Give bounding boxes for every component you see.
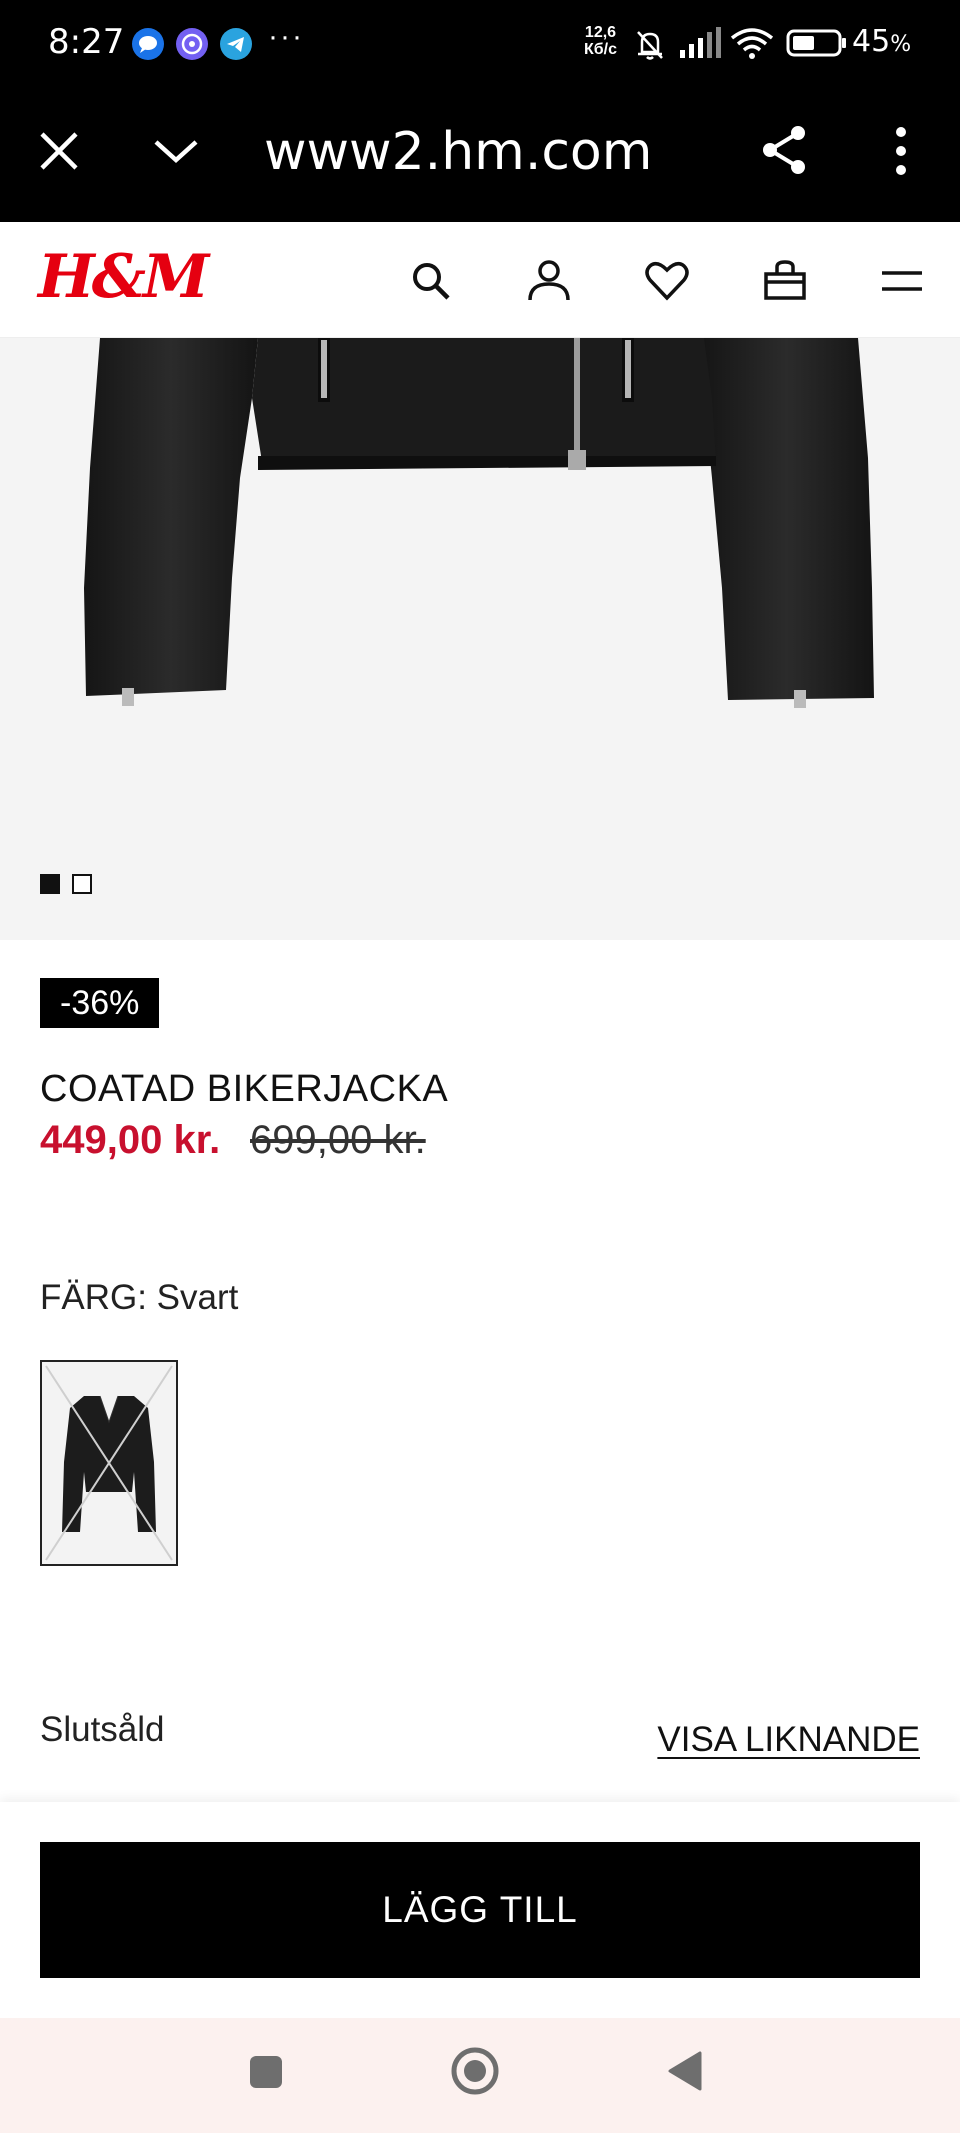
mute-icon — [632, 26, 668, 67]
gallery-dot-1[interactable] — [40, 874, 60, 894]
swatch-jacket-thumbnail — [45, 1365, 173, 1561]
system-nav-bar — [0, 2018, 960, 2133]
favorites-icon[interactable] — [644, 258, 690, 304]
discount-badge: -36% — [40, 978, 160, 1028]
product-title: COATAD BIKERJACKA — [40, 1068, 449, 1110]
sale-price: 449,00 kr. — [40, 1118, 221, 1162]
chevron-down-icon[interactable] — [152, 136, 200, 171]
messages-icon — [132, 28, 164, 60]
gallery-dot-2[interactable] — [72, 874, 92, 894]
back-icon[interactable] — [666, 2050, 704, 2097]
account-icon[interactable] — [526, 258, 572, 304]
share-icon[interactable] — [760, 124, 810, 181]
jacket-image — [84, 338, 874, 708]
color-label: FÄRG: Svart — [40, 1278, 239, 1317]
network-speed-value: 12,6 — [584, 24, 617, 41]
add-to-cart-button[interactable]: LÄGG TILL — [40, 1842, 920, 1978]
bag-icon[interactable] — [762, 258, 808, 304]
recent-apps-icon[interactable] — [248, 2054, 284, 2095]
hm-logo[interactable]: H&M — [38, 242, 209, 312]
sticky-action-bar: LÄGG TILL — [0, 1802, 960, 2018]
home-icon[interactable] — [450, 2046, 500, 2101]
browser-toolbar: www2.hm.com — [0, 88, 960, 222]
more-notifications-icon: ··· — [268, 20, 304, 53]
network-speed-unit: Кб/с — [584, 41, 617, 58]
availability-status: Slutsåld — [40, 1710, 165, 1749]
wifi-icon — [730, 26, 774, 65]
status-time: 8:27 — [48, 22, 125, 62]
site-header: H&M — [0, 222, 960, 338]
viber-icon — [176, 28, 208, 60]
url-field[interactable]: www2.hm.com — [264, 122, 652, 182]
menu-icon[interactable] — [880, 258, 926, 304]
battery-percent: 45% — [852, 24, 912, 59]
telegram-icon — [220, 28, 252, 60]
network-speed: 12,6 Кб/с — [584, 24, 617, 58]
product-image-gallery[interactable] — [0, 338, 960, 940]
search-icon[interactable] — [408, 258, 454, 304]
color-swatch-black[interactable] — [40, 1360, 178, 1566]
battery-icon — [786, 26, 848, 65]
status-bar: 8:27 ··· 12,6 Кб/с 45% — [0, 0, 960, 88]
signal-icon — [678, 26, 722, 65]
original-price: 699,00 kr. — [250, 1118, 426, 1162]
show-similar-link[interactable]: VISA LIKNANDE — [657, 1720, 920, 1760]
close-icon[interactable] — [36, 128, 82, 179]
more-vertical-icon[interactable] — [894, 126, 908, 181]
